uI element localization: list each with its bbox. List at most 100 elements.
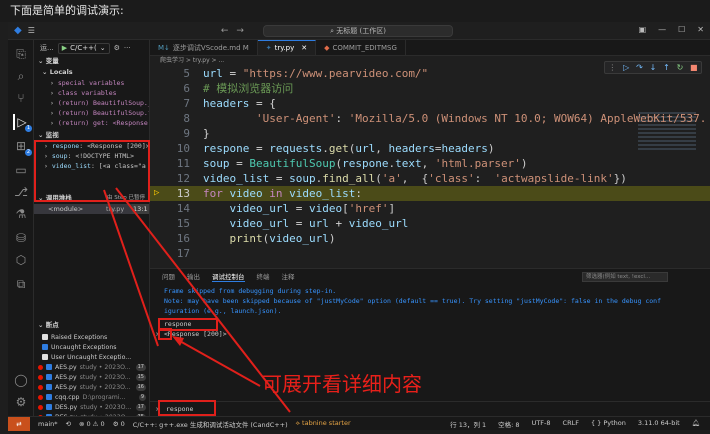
exception-breakpoint-option[interactable]: Raised Exceptions — [34, 332, 149, 342]
editor-tab[interactable]: ✦ try.py ✕ — [257, 40, 317, 55]
local-variable-row[interactable]: › class variables — [34, 88, 149, 98]
more-actions-icon[interactable]: ··· — [124, 44, 131, 52]
breakpoint-dot-icon — [38, 364, 43, 370]
watch-highlight-box — [34, 140, 150, 202]
source-control-icon[interactable]: ⑂ — [13, 90, 29, 106]
chevron-right-icon: › — [50, 89, 58, 97]
breakpoint-item[interactable]: DES.py study • 2023O... 17 — [34, 402, 149, 412]
breakpoint-dot-icon — [38, 384, 43, 390]
panel-tab[interactable]: 注释 — [282, 271, 295, 281]
run-debug-icon[interactable]: ▷ 1 — [13, 114, 32, 132]
breakpoint-line-badge: 17 — [135, 403, 146, 411]
breakpoints-section-header[interactable]: ⌄ 断点 — [34, 320, 149, 331]
variables-section-header[interactable]: ⌄ 变量 — [34, 56, 149, 67]
local-variable-row[interactable]: › (return) BeautifulSoup._ — [34, 98, 149, 108]
close-button[interactable]: ✕ — [697, 25, 704, 34]
frame-file: try.py — [106, 205, 125, 213]
notifications-bell-icon[interactable]: 🔔︎ — [692, 419, 700, 429]
panel-tab[interactable]: 调试控制台 — [212, 271, 245, 282]
tabnine-icon[interactable]: ⬡ — [13, 252, 29, 268]
account-icon[interactable]: ◯ — [13, 372, 29, 388]
breakpoint-dot-icon — [38, 374, 43, 380]
branch-status[interactable]: main* — [38, 420, 58, 428]
breakpoint-item[interactable]: cqq.cpp D:\programi... 9 — [34, 392, 149, 402]
breakpoint-item[interactable]: AES.py study • 2023O... 17 — [34, 362, 149, 372]
command-center[interactable]: ⌕ 无标题 (工作区) — [263, 25, 453, 37]
layout-icon[interactable]: ▣ — [639, 25, 647, 34]
console-input[interactable]: > respone — [150, 401, 710, 417]
breakpoint-item[interactable]: AES.py study • 2023O... 15 — [34, 372, 149, 382]
chevron-down-icon: ⌄ — [99, 44, 106, 52]
git-icon: ◆ — [324, 43, 330, 52]
frame-name: <module> — [48, 205, 84, 213]
page-caption: 下面是简单的调试演示: — [0, 0, 710, 22]
checkbox[interactable] — [42, 334, 48, 340]
breakpoint-item[interactable]: AES.py study • 2023O... 16 — [34, 382, 149, 392]
checkbox[interactable] — [46, 364, 52, 370]
local-variable-row[interactable]: › (return) BeautifulSoup.fi — [34, 108, 149, 118]
settings-gear-icon[interactable]: ⚙ — [13, 394, 29, 410]
exception-breakpoint-option[interactable]: Uncaught Exceptions — [34, 342, 149, 352]
timeline-icon[interactable]: ⧉ — [13, 276, 29, 292]
exception-breakpoint-option[interactable]: User Uncaught Exceptio... — [34, 352, 149, 362]
encoding-status[interactable]: UTF-8 — [532, 419, 551, 429]
sync-icon[interactable]: ⟲ — [66, 420, 71, 428]
editor-tab[interactable]: ◆ COMMIT_EDITMSG — [316, 40, 406, 55]
status-bar: ⇄ main* ⟲ ⊗ 0 ⚠ 0 ⚙ 0 C/C++: g++.exe 生成和… — [8, 416, 710, 431]
maximize-button[interactable]: ☐ — [678, 25, 685, 34]
launch-config-status[interactable]: C/C++: g++.exe 生成和调试活动文件 (CandC++) — [133, 419, 288, 429]
testing-icon[interactable]: ⚗ — [13, 206, 29, 222]
language-status[interactable]: { } Python — [591, 419, 626, 429]
nav-back-button[interactable]: ← — [221, 26, 229, 36]
menu-icon[interactable]: ☰ — [28, 26, 35, 35]
tabnine-status[interactable]: ⟡ tabnine starter — [296, 419, 351, 428]
panel-tab[interactable]: 终端 — [257, 271, 270, 281]
frame-position: 13:1 — [132, 204, 149, 214]
checkbox[interactable] — [46, 394, 52, 400]
checkbox[interactable] — [46, 374, 52, 380]
problems-status[interactable]: ⊗ 0 ⚠ 0 — [79, 420, 105, 428]
checkbox[interactable] — [42, 344, 48, 350]
console-output-line: Frame skipped from debugging during step… — [164, 287, 337, 295]
cursor-position-status[interactable]: 行 13，列 1 — [450, 419, 486, 429]
checkbox[interactable] — [46, 404, 52, 410]
local-variable-row[interactable]: › special variables — [34, 78, 149, 88]
indentation-status[interactable]: 空格: 8 — [498, 419, 519, 429]
breakpoint-line-badge: 9 — [138, 393, 146, 401]
panel-tab[interactable]: 输出 — [187, 271, 200, 281]
run-config-dropdown[interactable]: ▶ C/C++( ⌄ — [57, 42, 110, 54]
database-icon[interactable]: ⛁ — [13, 230, 29, 246]
run-config-label: C/C++( — [70, 44, 97, 52]
local-variable-row[interactable]: › (return) get: <Response — [34, 118, 149, 128]
code-line: 15 video_url = url + video_url — [176, 217, 409, 230]
run-debug-sidebar: 运... ▶ C/C++( ⌄ ⚙ ··· ⌄ 变量 ⌄ Locals › sp… — [34, 40, 150, 416]
interpreter-status[interactable]: 3.11.0 64-bit — [638, 419, 680, 429]
remote-explorer-icon[interactable]: ▭ — [13, 162, 29, 178]
settings-gear-icon[interactable]: ⚙ — [114, 44, 120, 52]
search-icon[interactable]: ⌕ — [13, 68, 29, 84]
editor-tab[interactable]: M↓ 逐步调试VScode.md M — [150, 40, 258, 55]
locals-list: › special variables › class variables › (r… — [34, 78, 149, 128]
extensions-icon[interactable]: ⊞ 2 — [13, 138, 32, 156]
git-graph-icon[interactable]: ⎇ — [13, 184, 29, 200]
extensions-badge: 2 — [24, 149, 32, 156]
explorer-icon[interactable]: ⎘ — [13, 46, 29, 62]
minimize-button[interactable]: — — [658, 25, 666, 34]
start-debug-icon[interactable]: ▶ — [62, 44, 67, 52]
debug-sessions-status[interactable]: ⚙ 0 — [113, 420, 125, 428]
nav-forward-button[interactable]: → — [236, 26, 244, 36]
code-line: 6 # 模拟浏览器访问 — [183, 82, 294, 95]
stack-frame[interactable]: <module> try.py 13:1 — [34, 204, 149, 214]
locals-scope[interactable]: ⌄ Locals — [34, 67, 149, 78]
eol-status[interactable]: CRLF — [563, 419, 579, 429]
panel-tab[interactable]: 问题 — [162, 271, 175, 281]
remote-indicator-icon[interactable]: ⇄ — [8, 416, 30, 431]
code-line: 9} — [183, 127, 210, 140]
checkbox[interactable] — [46, 384, 52, 390]
activity-bar: ⎘ ⌕ ⑂ ▷ 1 ⊞ 2 ▭ ⎇ ⚗ ⛁ ⬡ ⧉ ◯ ⚙ — [8, 40, 34, 416]
console-filter-input[interactable]: 筛选器(例如 text, !excl... — [582, 272, 668, 282]
close-icon[interactable]: ✕ — [301, 44, 307, 52]
checkbox[interactable] — [42, 354, 48, 360]
title-bar: ◆ ☰ ← → ⌕ 无标题 (工作区) ▣ — ☐ ✕ — [8, 22, 710, 40]
console-eval-result[interactable]: <Response [200]> — [164, 330, 227, 339]
